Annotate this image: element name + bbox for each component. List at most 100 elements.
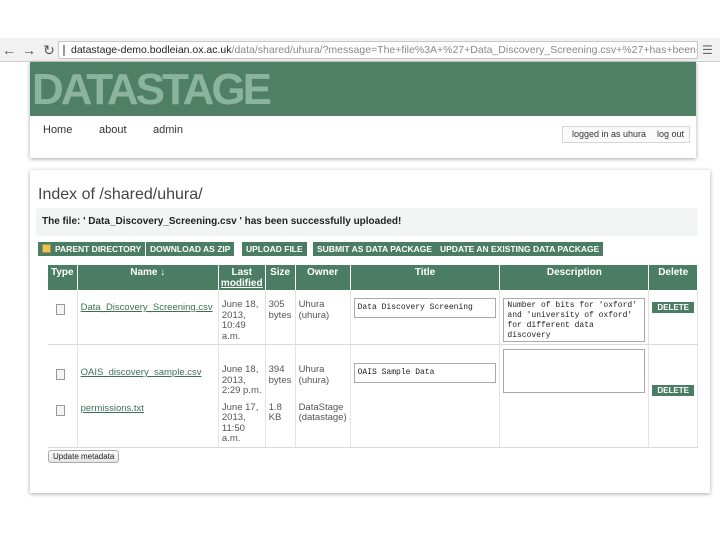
modified-line: June 17, (221, 401, 259, 413)
col-description[interactable]: Description (499, 265, 650, 290)
owner-cell: DataStage (datastage) (295, 400, 351, 448)
table-header-row: Type Name ↓ Last modified Size Owner Titl… (48, 265, 698, 290)
address-bar[interactable]: datastage-demo.bodleian.ox.ac.uk/data/sh… (58, 41, 698, 59)
table-row: OAIS_discovery_sample.csv June 18, 2013,… (48, 344, 698, 401)
modified-line: 2013, (221, 309, 246, 321)
back-icon[interactable]: ← (0, 41, 18, 59)
description-textarea[interactable] (503, 349, 646, 393)
nav-about[interactable]: about (99, 124, 127, 136)
owner-cell: Uhura (uhura) (295, 344, 351, 401)
file-link[interactable]: Data_Discovery_Screening.csv (81, 302, 215, 313)
size-cell: 394 bytes (265, 344, 296, 401)
status-message: The file: ' Data_Discovery_Screening.csv… (36, 208, 698, 236)
browser-toolbar: ← → ↻ datastage-demo.bodleian.ox.ac.uk/d… (0, 38, 720, 62)
owner-name: Uhura (298, 364, 325, 375)
url-host: datastage-demo.bodleian.ox.ac.uk (71, 44, 232, 56)
parent-directory-label: PARENT DIRECTORY (55, 244, 142, 254)
owner-id: (uhura) (298, 374, 330, 386)
size-unit: bytes (268, 309, 292, 321)
description-line: tools (507, 341, 531, 342)
name-cell: Data_Discovery_Screening.csv (77, 290, 219, 345)
modified-line: 11:50 (221, 422, 245, 434)
description-cell (499, 400, 650, 448)
url-path: /data/shared/uhura/?message=The+file%3A+… (231, 44, 698, 56)
col-modified[interactable]: Last modified (218, 265, 266, 290)
col-owner[interactable]: Owner (295, 265, 351, 290)
title-cell: OAIS Sample Data (350, 344, 501, 401)
modified-line: 10:49 (221, 320, 246, 331)
size-unit: KB (268, 412, 282, 423)
type-cell (48, 344, 78, 401)
update-metadata-button[interactable]: Update metadata (48, 450, 120, 463)
page-icon (63, 44, 65, 56)
file-icon (56, 369, 65, 380)
delete-button[interactable]: DELETE (652, 385, 694, 396)
col-modified-label-1: Last (231, 267, 253, 278)
owner-cell: Uhura (uhura) (295, 290, 351, 345)
modified-line: June 18, (221, 299, 259, 310)
download-zip-button[interactable]: DOWNLOAD AS ZIP (146, 242, 235, 256)
table-row: Data_Discovery_Screening.csv June 18, 20… (48, 290, 698, 345)
upload-file-button[interactable]: UPLOAD FILE (242, 242, 307, 256)
file-table: Type Name ↓ Last modified Size Owner Titl… (48, 265, 698, 448)
modified-line: June 18, (221, 364, 259, 375)
type-cell (48, 290, 78, 345)
site-header: DATASTAGE Home about admin logged in as … (30, 62, 696, 158)
table-row: permissions.txt June 17, 2013, 11:50 a.m… (48, 400, 698, 448)
login-box: logged in as uhura log out (562, 126, 690, 143)
nav-home[interactable]: Home (43, 124, 72, 136)
modified-cell: June 18, 2013, 10:49 a.m. (218, 290, 266, 345)
logged-in-label[interactable]: logged in as uhura (572, 129, 646, 139)
title-input[interactable]: Data Discovery Screening (353, 298, 496, 318)
delete-button[interactable]: DELETE (652, 302, 694, 313)
site-logo[interactable]: DATASTAGE (32, 66, 272, 114)
page-title: Index of /shared/uhura/ (38, 186, 203, 203)
size-cell: 1.8 KB (265, 400, 296, 448)
modified-line: 2013, (221, 374, 246, 386)
description-textarea[interactable]: Number of bits for 'oxford' and 'univers… (503, 298, 646, 342)
owner-id: (datastage) (298, 412, 347, 423)
file-link[interactable]: OAIS_discovery_sample.csv (81, 367, 215, 378)
delete-cell: DELETE (648, 344, 698, 401)
delete-cell (648, 400, 698, 448)
owner-name: Uhura (298, 299, 325, 310)
col-name[interactable]: Name ↓ (77, 265, 219, 290)
menu-icon[interactable]: ☰ (702, 43, 713, 57)
description-line: and 'university of oxford' (507, 311, 633, 320)
col-modified-label-2: modified (220, 278, 263, 289)
description-cell (499, 344, 650, 401)
type-cell (48, 400, 78, 448)
modified-line: 2013, (221, 412, 246, 423)
modified-cell: June 18, 2013, 2:29 p.m. (218, 344, 266, 401)
col-title[interactable]: Title (350, 265, 501, 290)
logout-link[interactable]: log out (657, 129, 684, 139)
col-type: Type (48, 265, 78, 290)
size-value: 1.8 (268, 401, 282, 413)
size-unit: bytes (268, 374, 292, 386)
col-delete: Delete (648, 265, 698, 290)
name-cell: OAIS_discovery_sample.csv (77, 344, 219, 401)
title-input[interactable]: OAIS Sample Data (353, 363, 496, 383)
nav-admin[interactable]: admin (153, 124, 183, 136)
title-cell: Data Discovery Screening (350, 290, 501, 345)
file-icon (56, 304, 65, 315)
description-line: for different data discovery (507, 321, 594, 340)
owner-id: (uhura) (298, 309, 330, 321)
size-value: 394 (268, 364, 285, 375)
description-line: Number of bits for 'oxford' (507, 301, 638, 310)
owner-name: DataStage (298, 401, 344, 413)
col-size[interactable]: Size (265, 265, 296, 290)
reload-icon[interactable]: ↻ (40, 41, 58, 59)
size-value: 305 (268, 299, 285, 310)
submit-data-package-button[interactable]: SUBMIT AS DATA PACKAGE (313, 242, 437, 256)
file-icon (56, 404, 65, 416)
forward-icon[interactable]: → (20, 41, 38, 59)
modified-line: a.m. (221, 330, 241, 342)
modified-line: a.m. (221, 433, 241, 444)
description-cell: Number of bits for 'oxford' and 'univers… (499, 290, 650, 345)
parent-directory-button[interactable]: PARENT DIRECTORY (38, 242, 146, 256)
file-link[interactable]: permissions.txt (81, 403, 215, 414)
modified-cell: June 17, 2013, 11:50 a.m. (218, 400, 266, 448)
size-cell: 305 bytes (265, 290, 296, 345)
update-data-package-button[interactable]: UPDATE AN EXISTING DATA PACKAGE (436, 242, 604, 256)
